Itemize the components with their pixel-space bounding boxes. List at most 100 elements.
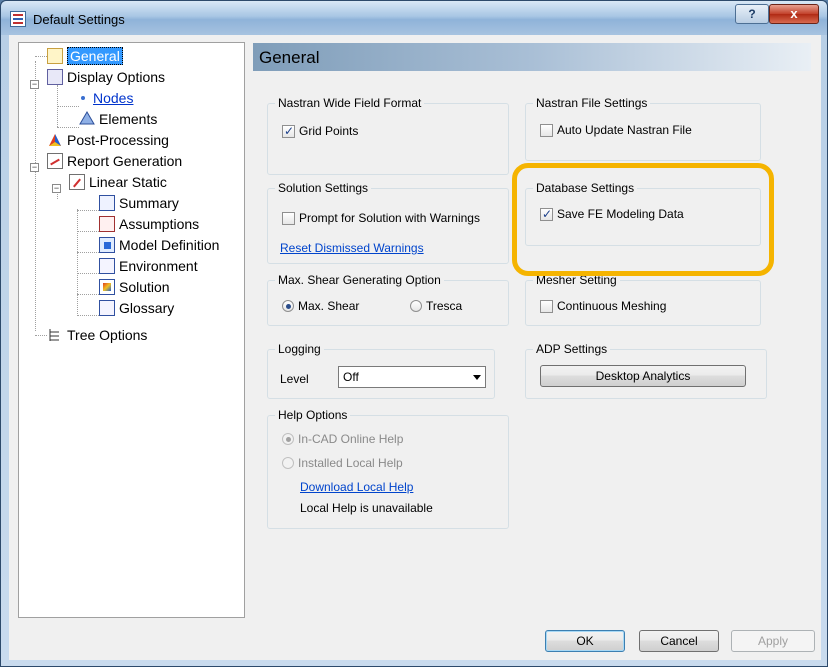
group-title: Help Options xyxy=(275,408,351,422)
general-settings-icon xyxy=(47,48,63,64)
tree-item-nodes[interactable]: Nodes xyxy=(79,89,133,107)
tree-item-label: Display Options xyxy=(67,69,166,85)
checkbox-unchecked[interactable] xyxy=(540,124,553,137)
checkbox-unchecked[interactable] xyxy=(540,300,553,313)
group-title: Solution Settings xyxy=(275,181,372,195)
tree-item-label: Model Definition xyxy=(119,237,220,253)
dropdown-value: Off xyxy=(343,370,359,384)
title-bar[interactable]: Default Settings ? x xyxy=(1,1,827,35)
tree-item-summary[interactable]: Summary xyxy=(99,194,179,212)
checkbox-unchecked[interactable] xyxy=(282,212,295,225)
group-solution-settings: Solution Settings Prompt for Solution wi… xyxy=(267,181,509,264)
dropdown-arrow-icon xyxy=(473,375,481,380)
group-adp-settings: ADP Settings Desktop Analytics xyxy=(525,342,767,399)
group-title: Mesher Setting xyxy=(533,273,620,287)
radio-selected[interactable] xyxy=(282,300,294,312)
report-generation-icon xyxy=(47,153,63,169)
radio-unselected[interactable] xyxy=(282,457,294,469)
tree-item-model-definition[interactable]: Model Definition xyxy=(99,236,219,254)
group-title: Nastran File Settings xyxy=(533,96,651,110)
checkbox-label: Save FE Modeling Data xyxy=(557,207,684,221)
elements-icon xyxy=(79,111,95,127)
solution-icon xyxy=(99,279,115,295)
settings-panel: General Nastran Wide Field Format Grid P… xyxy=(253,43,811,618)
tree-connector xyxy=(57,106,79,107)
prompt-solution-warnings-checkbox[interactable]: Prompt for Solution with Warnings xyxy=(282,211,480,225)
close-button[interactable]: x xyxy=(769,4,819,24)
ok-button[interactable]: OK xyxy=(545,630,625,652)
tree-item-label: Elements xyxy=(99,111,158,127)
tree-item-elements[interactable]: Elements xyxy=(79,110,157,128)
tree-connector xyxy=(35,61,36,331)
download-local-help-link[interactable]: Download Local Help xyxy=(300,480,413,494)
tree-item-post-processing[interactable]: Post-Processing xyxy=(47,131,169,149)
desktop-analytics-button[interactable]: Desktop Analytics xyxy=(540,365,746,387)
radio-selected[interactable] xyxy=(282,433,294,445)
tree-item-tree-options[interactable]: Tree Options xyxy=(47,326,147,344)
radio-unselected[interactable] xyxy=(410,300,422,312)
checkbox-label: Prompt for Solution with Warnings xyxy=(299,211,480,225)
bullet-icon xyxy=(79,90,89,106)
tresca-radio[interactable]: Tresca xyxy=(410,299,462,313)
tree-connector xyxy=(77,231,99,232)
tree-item-solution[interactable]: Solution xyxy=(99,278,170,296)
apply-button[interactable]: Apply xyxy=(731,630,815,652)
radio-label: Tresca xyxy=(426,299,463,313)
tree-item-linear-static[interactable]: Linear Static xyxy=(69,173,167,191)
linear-static-icon xyxy=(69,174,85,190)
installed-local-help-radio[interactable]: Installed Local Help xyxy=(282,456,403,470)
tree-connector xyxy=(77,294,99,295)
post-processing-icon xyxy=(47,132,63,148)
tree-item-environment[interactable]: Environment xyxy=(99,257,198,275)
tree-item-report-generation[interactable]: Report Generation xyxy=(47,152,182,170)
in-cad-online-help-radio[interactable]: In-CAD Online Help xyxy=(282,432,403,446)
save-fe-modeling-checkbox[interactable]: Save FE Modeling Data xyxy=(540,207,684,221)
group-title: Nastran Wide Field Format xyxy=(275,96,425,110)
tree-connector xyxy=(35,56,47,57)
grid-points-checkbox[interactable]: Grid Points xyxy=(282,124,358,138)
expander-linear-static[interactable]: − xyxy=(52,184,61,193)
settings-tree[interactable]: − − − General Display Options Nodes Elem… xyxy=(18,42,245,618)
panel-body: Nastran Wide Field Format Grid Points Na… xyxy=(253,71,811,618)
radio-label: In-CAD Online Help xyxy=(298,432,404,446)
logging-level-dropdown[interactable]: Off xyxy=(338,366,486,388)
default-settings-window: Default Settings ? x − − − General Displ… xyxy=(0,0,828,667)
tree-item-label: Solution xyxy=(119,279,170,295)
checkbox-checked[interactable] xyxy=(282,124,295,138)
reset-dismissed-warnings-link[interactable]: Reset Dismissed Warnings xyxy=(280,241,424,255)
expander-display-options[interactable]: − xyxy=(30,80,39,89)
tree-item-label: Post-Processing xyxy=(67,132,169,148)
tree-item-assumptions[interactable]: Assumptions xyxy=(99,215,199,233)
assumptions-icon xyxy=(99,216,115,232)
tree-connector xyxy=(57,127,79,128)
expander-report-generation[interactable]: − xyxy=(30,163,39,172)
group-max-shear: Max. Shear Generating Option Max. Shear … xyxy=(267,273,509,326)
settings-app-icon xyxy=(10,11,26,27)
tree-item-label: Report Generation xyxy=(67,153,183,169)
tree-connector xyxy=(77,252,99,253)
logging-level-label: Level xyxy=(280,372,309,386)
checkbox-label: Grid Points xyxy=(299,124,359,138)
tree-item-label: Summary xyxy=(119,195,179,211)
group-title: Max. Shear Generating Option xyxy=(275,273,444,287)
checkbox-checked[interactable] xyxy=(540,207,553,221)
tree-item-label: Environment xyxy=(119,258,198,274)
glossary-icon xyxy=(99,300,115,316)
continuous-meshing-checkbox[interactable]: Continuous Meshing xyxy=(540,299,666,313)
tree-item-general[interactable]: General xyxy=(47,47,123,65)
group-logging: Logging Level Off xyxy=(267,342,495,399)
tree-item-label: Tree Options xyxy=(67,327,148,343)
tree-connector xyxy=(77,315,99,316)
cancel-button[interactable]: Cancel xyxy=(639,630,719,652)
local-help-status: Local Help is unavailable xyxy=(300,501,433,515)
help-button[interactable]: ? xyxy=(735,4,769,24)
display-options-icon xyxy=(47,69,63,85)
tree-item-label: Nodes xyxy=(93,90,134,106)
tree-connector xyxy=(35,335,47,336)
tree-item-label: General xyxy=(67,47,123,65)
tree-item-display-options[interactable]: Display Options xyxy=(47,68,165,86)
auto-update-nastran-checkbox[interactable]: Auto Update Nastran File xyxy=(540,123,692,137)
tree-item-glossary[interactable]: Glossary xyxy=(99,299,174,317)
max-shear-radio[interactable]: Max. Shear xyxy=(282,299,359,313)
group-title: ADP Settings xyxy=(533,342,611,356)
